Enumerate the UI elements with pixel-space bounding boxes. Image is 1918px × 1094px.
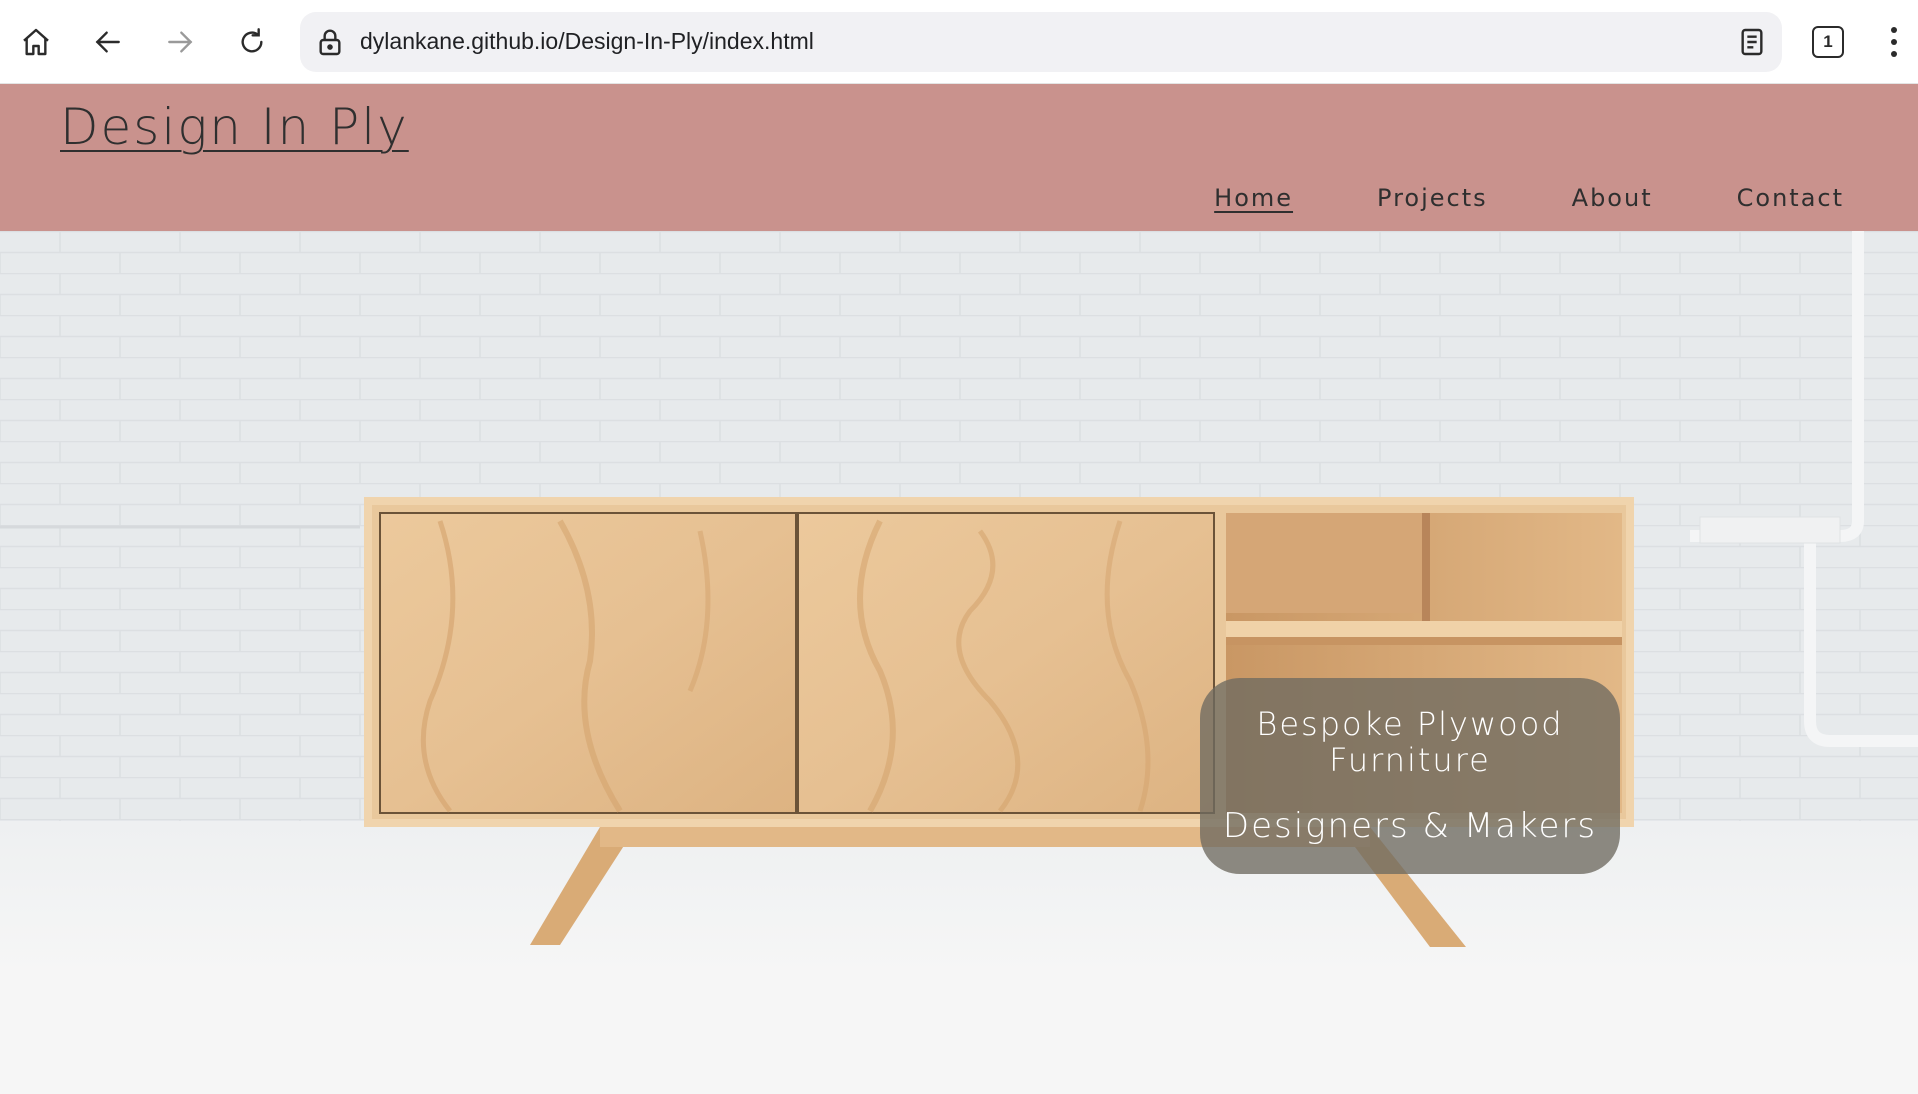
more-menu-icon[interactable]	[1880, 20, 1908, 64]
reader-mode-icon[interactable]	[1736, 26, 1768, 58]
address-bar[interactable]: dylankane.github.io/Design-In-Ply/index.…	[300, 12, 1782, 72]
hero-section: Bespoke Plywood Furniture Designers & Ma…	[0, 231, 1918, 977]
home-icon[interactable]	[12, 18, 60, 66]
tab-count: 1	[1823, 32, 1833, 51]
page-content-area	[0, 977, 1918, 1094]
forward-arrow-icon[interactable]	[156, 18, 204, 66]
nav-projects-link[interactable]: Projects	[1377, 184, 1488, 212]
lock-icon	[314, 26, 346, 58]
hero-image	[0, 231, 1918, 977]
url-text: dylankane.github.io/Design-In-Ply/index.…	[360, 28, 814, 54]
hero-tagline: Bespoke Plywood Furniture	[1256, 705, 1564, 779]
tab-switcher-button[interactable]: 1	[1812, 26, 1844, 58]
nav-home-link[interactable]: Home	[1214, 184, 1293, 212]
hero-tagline-card: Bespoke Plywood Furniture Designers & Ma…	[1200, 678, 1620, 874]
browser-toolbar: dylankane.github.io/Design-In-Ply/index.…	[0, 0, 1918, 84]
hero-subtitle: Designers & Makers	[1222, 806, 1598, 846]
site-logo[interactable]: Design In Ply	[60, 98, 409, 156]
nav-contact-link[interactable]: Contact	[1737, 184, 1844, 212]
back-arrow-icon[interactable]	[84, 18, 132, 66]
nav-about-link[interactable]: About	[1572, 184, 1653, 212]
site-nav: Home Projects About Contact	[1214, 184, 1844, 212]
site-header: Design In Ply Home Projects About Contac…	[0, 84, 1918, 231]
reload-icon[interactable]	[228, 18, 276, 66]
